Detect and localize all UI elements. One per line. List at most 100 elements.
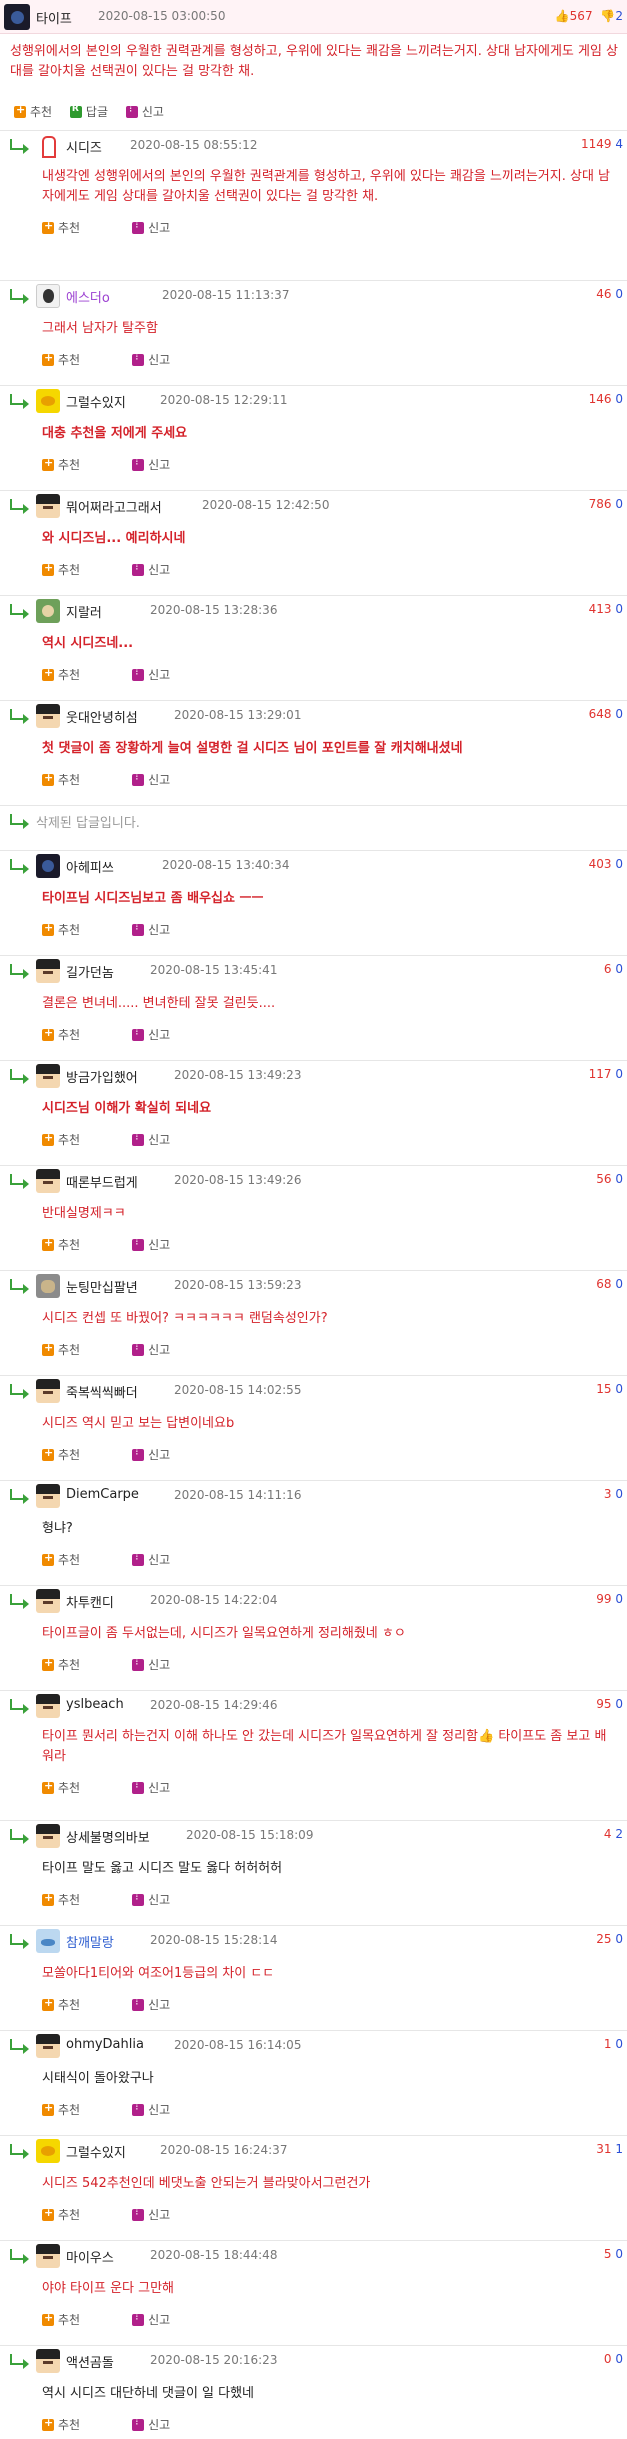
recommend-button[interactable]: 추천 [14, 103, 52, 120]
report-button[interactable]: 신고 [132, 1025, 170, 1043]
up-count[interactable]: 648 [589, 707, 612, 721]
down-count[interactable]: 0 [615, 1932, 623, 1946]
up-count[interactable]: 31 [596, 2142, 611, 2156]
commenter-avatar[interactable] [36, 1929, 60, 1953]
commenter-avatar[interactable] [36, 2244, 60, 2268]
commenter-avatar[interactable] [36, 959, 60, 983]
up-count[interactable]: 25 [596, 1932, 611, 1946]
report-button[interactable]: 신고 [132, 1550, 170, 1568]
up-count[interactable]: 95 [596, 1697, 611, 1711]
comment-author[interactable]: yslbeach [66, 1697, 124, 1712]
down-count[interactable]: 0 [615, 962, 623, 976]
up-count[interactable]: 146 [589, 392, 612, 406]
recommend-button[interactable]: 추천 [42, 771, 80, 788]
thumbs-down-icon[interactable]: 👎 [600, 9, 615, 23]
comment-author[interactable]: 때론부드럽게 [66, 1172, 138, 1191]
report-button[interactable]: 신고 [132, 1655, 170, 1673]
recommend-button[interactable]: 추천 [42, 2206, 80, 2223]
up-count[interactable]: 56 [596, 1172, 611, 1186]
commenter-avatar[interactable] [36, 494, 60, 518]
comment-author[interactable]: 방금가입했어 [66, 1067, 138, 1086]
commenter-avatar[interactable] [36, 134, 60, 158]
down-count[interactable]: 0 [615, 1277, 623, 1291]
recommend-button[interactable]: 추천 [42, 1996, 80, 2013]
comment-author[interactable]: 뭐어쩌라고그래서 [66, 497, 162, 516]
down-count[interactable]: 1 [615, 2142, 623, 2156]
down-count[interactable]: 0 [615, 2352, 623, 2366]
down-count[interactable]: 0 [615, 1382, 623, 1396]
recommend-button[interactable]: 추천 [42, 1779, 80, 1796]
up-count[interactable]: 0 [604, 2352, 612, 2366]
report-button[interactable]: 신고 [132, 218, 170, 236]
commenter-avatar[interactable] [36, 1274, 60, 1298]
commenter-avatar[interactable] [36, 2349, 60, 2373]
commenter-avatar[interactable] [36, 1064, 60, 1088]
commenter-avatar[interactable] [36, 1484, 60, 1508]
comment-author[interactable]: 상세불명의바보 [66, 1827, 150, 1846]
report-button[interactable]: 신고 [132, 1890, 170, 1908]
up-count[interactable]: 6 [604, 962, 612, 976]
recommend-button[interactable]: 추천 [42, 1891, 80, 1908]
down-count[interactable]: 0 [615, 497, 623, 511]
down-count[interactable]: 0 [615, 602, 623, 616]
up-count[interactable]: 117 [589, 1067, 612, 1081]
report-button[interactable]: 신고 [132, 1235, 170, 1253]
down-count[interactable]: 0 [615, 1697, 623, 1711]
down-count[interactable]: 0 [615, 857, 623, 871]
comment-author[interactable]: 죽복씩씩빠더 [66, 1382, 138, 1401]
recommend-button[interactable]: 추천 [42, 1131, 80, 1148]
commenter-avatar[interactable] [36, 389, 60, 413]
recommend-button[interactable]: 추천 [42, 1341, 80, 1358]
commenter-avatar[interactable] [36, 2034, 60, 2058]
recommend-button[interactable]: 추천 [42, 1236, 80, 1253]
recommend-button[interactable]: 추천 [42, 351, 80, 368]
report-button[interactable]: 신고 [132, 2415, 170, 2433]
comment-author[interactable]: 에스더o [66, 287, 110, 306]
up-count[interactable]: 403 [589, 857, 612, 871]
report-button[interactable]: 신고 [132, 770, 170, 788]
recommend-button[interactable]: 추천 [42, 1551, 80, 1568]
report-button[interactable]: 신고 [132, 1778, 170, 1796]
commenter-avatar[interactable] [36, 1824, 60, 1848]
commenter-avatar[interactable] [36, 1589, 60, 1613]
recommend-button[interactable]: 추천 [42, 561, 80, 578]
comment-author[interactable]: 그럴수있지 [66, 2142, 126, 2161]
report-button[interactable]: 신고 [132, 1995, 170, 2013]
comment-author[interactable]: 마이우스 [66, 2247, 114, 2266]
commenter-avatar[interactable] [36, 1379, 60, 1403]
recommend-button[interactable]: 추천 [42, 1656, 80, 1673]
author-avatar[interactable] [4, 4, 30, 30]
commenter-avatar[interactable] [36, 599, 60, 623]
thumbs-up-icon[interactable]: 👍 [555, 9, 570, 23]
report-button[interactable]: 신고 [132, 920, 170, 938]
report-button[interactable]: 신고 [132, 560, 170, 578]
comment-author[interactable]: 눈팅만십팔년 [66, 1277, 138, 1296]
comment-author[interactable]: 지랄러 [66, 602, 102, 621]
commenter-avatar[interactable] [36, 704, 60, 728]
down-count[interactable]: 0 [615, 2037, 623, 2051]
down-count[interactable]: 4 [615, 137, 623, 151]
comment-author[interactable]: 시디즈 [66, 137, 102, 156]
report-button[interactable]: 신고 [132, 2205, 170, 2223]
down-count[interactable]: 0 [615, 1487, 623, 1501]
down-count[interactable]: 0 [615, 1067, 623, 1081]
report-button[interactable]: 신고 [132, 350, 170, 368]
recommend-button[interactable]: 추천 [42, 2311, 80, 2328]
comment-author[interactable]: 아헤피쓰 [66, 857, 114, 876]
recommend-button[interactable]: 추천 [42, 921, 80, 938]
recommend-button[interactable]: 추천 [42, 2101, 80, 2118]
down-count[interactable]: 0 [615, 1592, 623, 1606]
up-count[interactable]: 1149 [581, 137, 612, 151]
commenter-avatar[interactable] [36, 284, 60, 308]
report-button[interactable]: 신고 [132, 1445, 170, 1463]
comment-author[interactable]: 그럴수있지 [66, 392, 126, 411]
up-count[interactable]: 15 [596, 1382, 611, 1396]
recommend-button[interactable]: 추천 [42, 219, 80, 236]
report-button[interactable]: 신고 [132, 455, 170, 473]
comment-author[interactable]: 차투캔디 [66, 1592, 114, 1611]
down-count[interactable]: 0 [615, 2247, 623, 2261]
up-count[interactable]: 68 [596, 1277, 611, 1291]
up-count[interactable]: 99 [596, 1592, 611, 1606]
comment-author[interactable]: 액션곰돌 [66, 2352, 114, 2371]
comment-author[interactable]: ohmyDahlia [66, 2037, 144, 2052]
